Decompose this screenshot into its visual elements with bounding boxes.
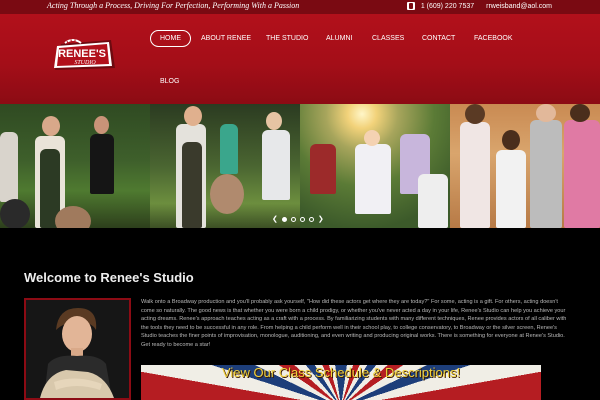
nav-the-studio[interactable]: THE STUDIO [266,35,308,42]
slider-dot[interactable] [281,216,287,222]
site-logo[interactable]: RENEE'S STUDIO [51,38,117,72]
slider-dot[interactable] [308,216,314,222]
phone-icon [406,2,415,10]
nav-alumni[interactable]: ALUMNI [326,35,352,42]
main-nav: HOME ABOUT RENEE THE STUDIO ALUMNI CLASS… [150,30,570,100]
hero-slider[interactable]: ❮ ❯ [0,104,600,228]
top-bar: Acting Through a Process, Driving For Pe… [0,0,600,14]
slider-photo-4 [450,104,600,228]
slider-pagination: ❮ ❯ [272,215,324,223]
slider-dot[interactable] [299,216,305,222]
phone-number[interactable]: 1 (609) 220 7537 [421,3,474,10]
email-link[interactable]: rrweisband@aol.com [486,3,552,10]
contact-info: 1 (609) 220 7537 rrweisband@aol.com [406,2,552,10]
slider-prev-icon[interactable]: ❮ [272,215,278,223]
slider-next-icon[interactable]: ❯ [318,215,324,223]
slider-photo-1 [0,104,150,228]
slider-photo-2 [150,104,300,228]
renee-portrait [24,298,131,400]
slider-photo-3 [300,104,450,228]
welcome-title: Welcome to Renee's Studio [24,270,194,285]
class-schedule-link[interactable]: View Our Class Schedule & Descriptions! [141,365,541,380]
welcome-text: Walk onto a Broadway production and you'… [141,299,567,348]
nav-about-renee[interactable]: ABOUT RENEE [201,35,251,42]
nav-contact[interactable]: CONTACT [422,35,455,42]
nav-home[interactable]: HOME [150,30,191,47]
tagline: Acting Through a Process, Driving For Pe… [47,1,300,10]
nav-facebook[interactable]: FACEBOOK [474,35,513,42]
slider-dot[interactable] [290,216,296,222]
nav-blog[interactable]: BLOG [160,78,179,85]
nav-classes[interactable]: CLASSES [372,35,404,42]
site-header: RENEE'S STUDIO HOME ABOUT RENEE THE STUD… [0,14,600,104]
logo-text: RENEE'S [58,48,106,60]
class-schedule-banner[interactable]: View Our Class Schedule & Descriptions! [141,365,541,400]
logo-subtext: STUDIO [74,60,96,66]
